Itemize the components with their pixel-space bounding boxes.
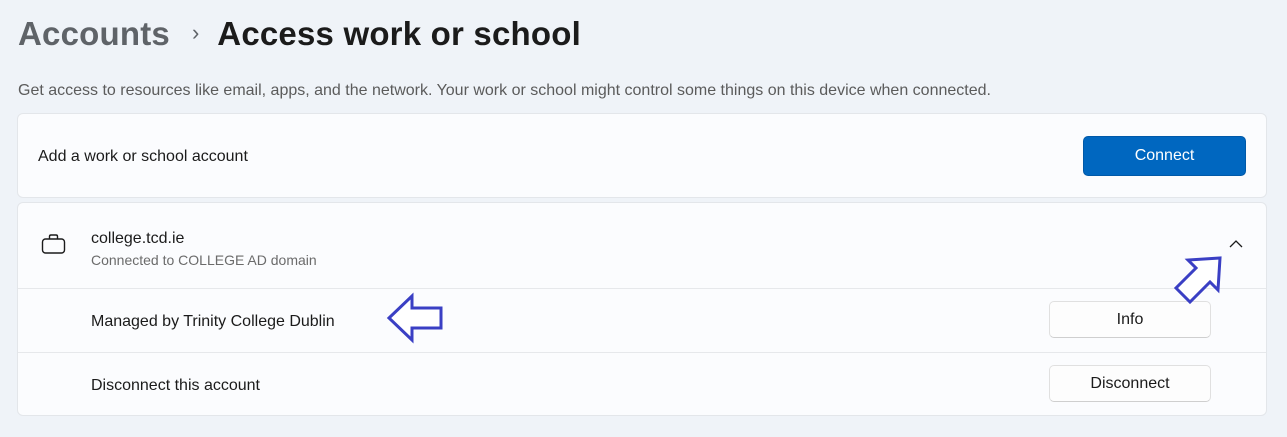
- breadcrumb-separator-icon: ›: [191, 20, 200, 45]
- settings-page: Accounts › Access work or school Get acc…: [0, 0, 1287, 437]
- add-account-label: Add a work or school account: [38, 148, 248, 165]
- page-title: Access work or school: [217, 15, 581, 52]
- breadcrumb: Accounts › Access work or school: [18, 12, 581, 56]
- disconnect-button[interactable]: Disconnect: [1049, 365, 1211, 402]
- chevron-up-icon[interactable]: [1228, 239, 1244, 249]
- annotation-arrow-left-icon: [386, 292, 443, 344]
- disconnect-row: Disconnect this account Disconnect: [18, 353, 1266, 416]
- account-name: college.tcd.ie: [91, 230, 185, 247]
- breadcrumb-accounts-link[interactable]: Accounts: [18, 15, 170, 53]
- annotation-arrow-diagonal-icon: [1173, 256, 1222, 305]
- add-account-card: Add a work or school account Connect: [17, 113, 1267, 198]
- briefcase-icon: [41, 234, 66, 254]
- account-header[interactable]: college.tcd.ie Connected to COLLEGE AD d…: [18, 203, 1266, 288]
- work-account-card: college.tcd.ie Connected to COLLEGE AD d…: [17, 202, 1267, 416]
- connect-button[interactable]: Connect: [1083, 136, 1246, 176]
- managed-by-row: Managed by Trinity College Dublin Info: [18, 289, 1266, 352]
- page-description: Get access to resources like email, apps…: [18, 82, 991, 99]
- account-status: Connected to COLLEGE AD domain: [91, 252, 317, 268]
- managed-by-label: Managed by Trinity College Dublin: [91, 313, 335, 330]
- disconnect-label: Disconnect this account: [91, 377, 260, 394]
